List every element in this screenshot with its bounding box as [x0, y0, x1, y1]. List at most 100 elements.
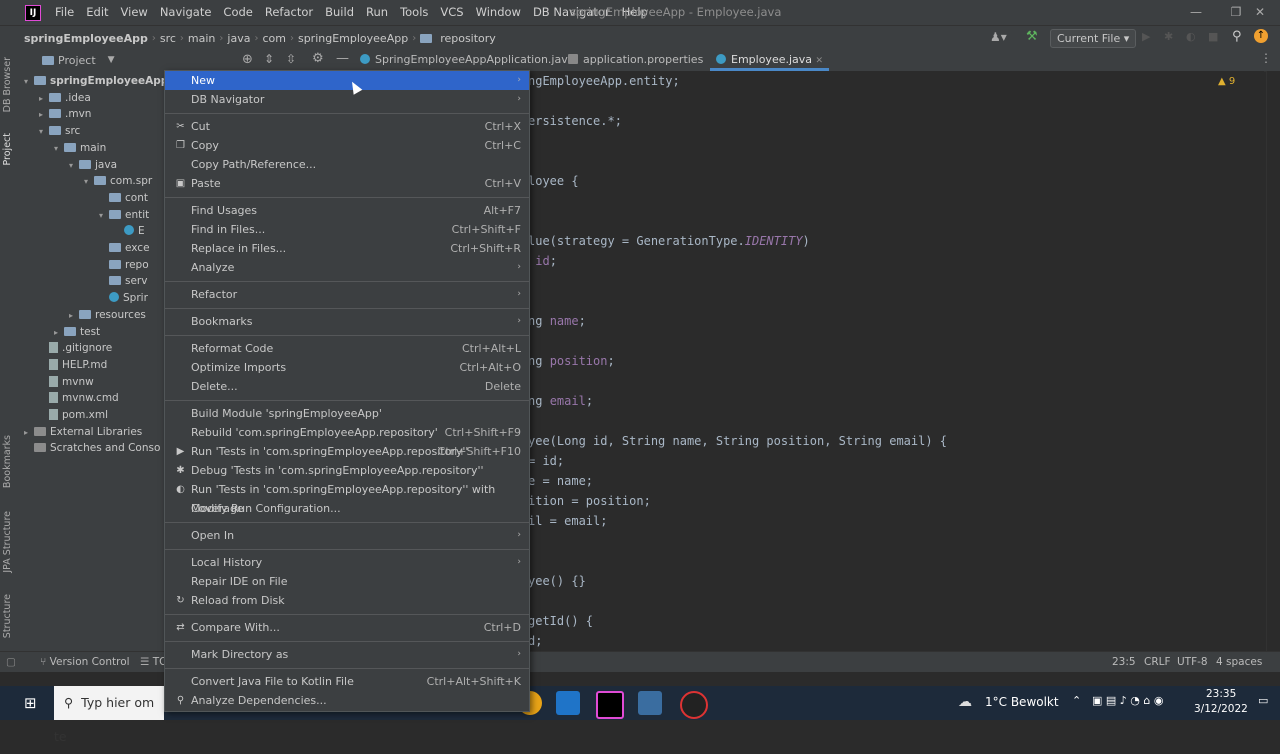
menu-item-mark-directory-as[interactable]: Mark Directory as › [165, 645, 529, 664]
stop-icon[interactable]: ■ [1208, 30, 1218, 43]
clock-date[interactable]: 3/12/2022 [1194, 703, 1248, 715]
menu-view[interactable]: View [115, 0, 154, 25]
editor-scrollbar[interactable] [1266, 71, 1280, 651]
tab-jpa-structure[interactable]: JPA Structure [2, 511, 13, 573]
tree-item[interactable]: ▾ com.spr [84, 173, 152, 189]
menu-item-copy[interactable]: ❐ Copy Ctrl+C [165, 136, 529, 155]
code-line[interactable]: ng email; [528, 394, 593, 408]
menu-item-copy-path-reference[interactable]: Copy Path/Reference... [165, 155, 529, 174]
code-line[interactable]: il = email; [528, 514, 607, 528]
tab-project[interactable]: Project [2, 133, 13, 166]
tree-arrow-icon[interactable]: ▾ [39, 124, 49, 140]
line-separator[interactable]: CRLF [1144, 652, 1171, 672]
file-encoding[interactable]: UTF-8 [1177, 652, 1208, 672]
menu-item-build-module-springemployeeapp[interactable]: Build Module 'springEmployeeApp' [165, 404, 529, 423]
menu-refactor[interactable]: Refactor [259, 0, 319, 25]
weather-text[interactable]: 1°C Bewolkt [985, 695, 1059, 709]
code-line[interactable]: e = name; [528, 474, 593, 488]
search-icon[interactable]: ⚲ [1232, 29, 1242, 44]
gear-icon[interactable]: ⚙ [312, 51, 324, 66]
project-panel-title[interactable]: Project [58, 54, 96, 67]
locate-file-icon[interactable]: ⊕ [242, 52, 253, 67]
code-line[interactable]: getId() { [528, 614, 593, 628]
menu-tools[interactable]: Tools [394, 0, 434, 25]
menu-item-run-tests-in-com-springemployeeapp-repos[interactable]: ▶ Run 'Tests in 'com.springEmployeeApp.re… [165, 442, 529, 461]
hide-panel-icon[interactable]: — [336, 51, 349, 66]
tree-arrow-icon[interactable]: ▾ [84, 174, 94, 190]
collapse-all-icon[interactable]: ⇳ [286, 52, 296, 66]
tree-item[interactable]: ▸ External Libraries [24, 424, 142, 440]
tree-item[interactable]: ▾ src [39, 123, 80, 139]
menu-item-local-history[interactable]: Local History › [165, 553, 529, 572]
menu-item-refactor[interactable]: Refactor › [165, 285, 529, 304]
tree-item[interactable]: ▾ springEmployeeApp [24, 73, 164, 89]
tree-item[interactable]: ▸ .idea [39, 90, 91, 106]
breadcrumb-item[interactable]: src [156, 32, 180, 45]
toggle-tool-windows-icon[interactable]: ▢ [6, 652, 16, 672]
code-line[interactable]: ition = position; [528, 494, 651, 508]
tree-item[interactable]: exce [99, 240, 150, 256]
close-tab-icon[interactable]: ✕ [816, 56, 824, 66]
menu-item-replace-in-files[interactable]: Replace in Files... Ctrl+Shift+R [165, 239, 529, 258]
menu-vcs[interactable]: VCS [434, 0, 469, 25]
breadcrumb-item[interactable]: springEmployeeApp [20, 32, 152, 45]
tab-application-properties[interactable]: application.properties [568, 49, 703, 71]
run-configuration-dropdown[interactable]: Current File ▾ [1050, 29, 1136, 48]
tree-item[interactable]: ▸ .mvn [39, 106, 91, 122]
menu-item-repair-ide-on-file[interactable]: Repair IDE on File [165, 572, 529, 591]
tree-item[interactable]: ▾ main [54, 140, 106, 156]
tab-bookmarks[interactable]: Bookmarks [2, 435, 13, 488]
user-icon[interactable]: ♟▾ [990, 30, 1007, 44]
code-line[interactable]: ng position; [528, 354, 615, 368]
menu-item-run-tests-in-com-springemployeeapp-repos[interactable]: ◐ Run 'Tests in 'com.springEmployeeApp.re… [165, 480, 529, 515]
menu-item-reformat-code[interactable]: Reformat Code Ctrl+Alt+L [165, 339, 529, 358]
breadcrumb-item[interactable]: springEmployeeApp [294, 32, 412, 45]
tab-employee-java[interactable]: Employee.java ✕ [710, 49, 830, 71]
menu-item-paste[interactable]: ▣ Paste Ctrl+V [165, 174, 529, 193]
menu-build[interactable]: Build [319, 0, 360, 25]
tree-arrow-icon[interactable]: ▸ [24, 425, 34, 441]
tray-chevron-icon[interactable]: ⌃ [1072, 694, 1081, 707]
menu-item-new[interactable]: New › [165, 71, 529, 90]
tree-arrow-icon[interactable]: ▾ [69, 158, 79, 174]
chevron-down-icon[interactable]: ▼ [108, 55, 115, 65]
menu-item-compare-with[interactable]: ⇄ Compare With... Ctrl+D [165, 618, 529, 637]
expand-all-icon[interactable]: ⇕ [264, 52, 274, 66]
tab-db-browser[interactable]: DB Browser [2, 57, 13, 112]
tree-item[interactable]: cont [99, 190, 148, 206]
recorder-icon[interactable] [680, 691, 708, 719]
menu-window[interactable]: Window [470, 0, 527, 25]
tree-item[interactable]: mvnw [39, 374, 94, 390]
tray-icons[interactable]: ▣ ▤ ♪ ◔ ⌂ ◉ [1092, 694, 1163, 707]
code-line[interactable]: d; [528, 634, 542, 648]
app-taskbar-icon[interactable] [638, 691, 662, 715]
minimize-icon[interactable]: — [1176, 0, 1216, 25]
tree-arrow-icon[interactable]: ▸ [39, 91, 49, 107]
version-control-tab[interactable]: ⑂ Version Control [40, 652, 130, 672]
menu-item-analyze[interactable]: Analyze › [165, 258, 529, 277]
menu-item-modify-run-configuration[interactable]: Modify Run Configuration... [165, 499, 529, 518]
tree-item[interactable]: Sprir [99, 290, 148, 306]
menu-item-optimize-imports[interactable]: Optimize Imports Ctrl+Alt+O [165, 358, 529, 377]
tree-arrow-icon[interactable]: ▸ [39, 107, 49, 123]
menu-item-convert-java-file-to-kotlin-file[interactable]: Convert Java File to Kotlin File Ctrl+Alt… [165, 672, 529, 691]
menu-navigate[interactable]: Navigate [154, 0, 218, 25]
tree-arrow-icon[interactable]: ▸ [54, 325, 64, 341]
intellij-taskbar-icon[interactable] [596, 691, 624, 719]
menu-item-delete[interactable]: Delete... Delete [165, 377, 529, 396]
menu-item-rebuild-com-springemployeeapp-repository[interactable]: Rebuild 'com.springEmployeeApp.repositor… [165, 423, 529, 442]
code-line[interactable]: ng name; [528, 314, 586, 328]
tree-item[interactable]: Scratches and Conso [24, 440, 160, 456]
clock-time[interactable]: 23:35 [1206, 688, 1236, 700]
debug-icon[interactable]: ✱ [1164, 30, 1173, 43]
tree-item[interactable]: ▸ resources [69, 307, 146, 323]
breadcrumb-item[interactable]: java [223, 32, 254, 45]
tree-item[interactable]: E [114, 223, 145, 239]
menu-item-bookmarks[interactable]: Bookmarks › [165, 312, 529, 331]
windows-start-icon[interactable]: ⊞ [24, 694, 37, 712]
tree-item[interactable]: mvnw.cmd [39, 390, 119, 406]
menu-item-db-navigator[interactable]: DB Navigator › [165, 90, 529, 109]
code-line[interactable]: = id; [528, 454, 564, 468]
tree-arrow-icon[interactable]: ▸ [69, 308, 79, 324]
notifications-icon[interactable]: ▭ [1258, 694, 1268, 707]
